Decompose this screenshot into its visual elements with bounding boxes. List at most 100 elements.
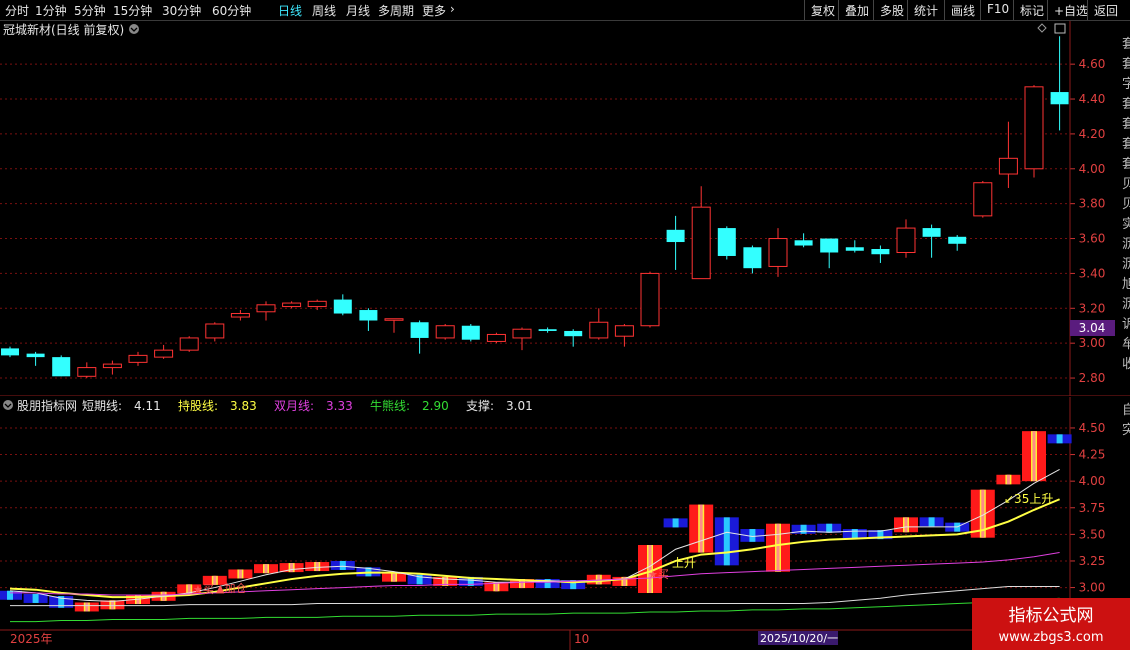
right-edge-char: 字	[1122, 77, 1130, 92]
indicator-tick-label: 3.00	[1079, 581, 1106, 595]
indicator-block	[74, 602, 99, 612]
tab-period-1[interactable]: 1分钟	[35, 2, 67, 19]
indicator-block	[817, 523, 842, 533]
right-edge-char: 套	[1122, 116, 1130, 132]
tab-period-6[interactable]: 日线	[278, 2, 302, 19]
block-highlight	[1056, 434, 1063, 444]
indicator-block	[766, 523, 790, 572]
indicator-block	[407, 574, 432, 585]
legend-value: 2.90	[422, 399, 449, 413]
indicator-tick-label: 3.75	[1079, 501, 1106, 515]
candle-body	[896, 227, 916, 253]
block-highlight	[749, 529, 756, 542]
right-edge-char: 贝	[1122, 177, 1130, 192]
dropdown-icon[interactable]	[3, 400, 13, 410]
dropdown-icon[interactable]	[129, 24, 139, 34]
block-highlight	[723, 517, 730, 566]
candle-body	[1024, 86, 1044, 170]
indicator-tick-label: 3.50	[1079, 527, 1106, 541]
indicator-line-双月线	[10, 551, 1060, 596]
tab-period-7[interactable]: 周线	[312, 2, 336, 19]
block-core	[238, 569, 242, 579]
legend-label: 双月线:	[274, 399, 314, 413]
toolbar-button-3[interactable]: 统计	[907, 0, 944, 20]
candle-body	[948, 236, 967, 244]
candle-body	[512, 328, 532, 339]
indicator-line-牛熊线	[10, 597, 1060, 623]
candle-body	[845, 247, 864, 251]
candle-body	[307, 300, 327, 308]
toolbar-button-6[interactable]: 标记	[1013, 0, 1050, 20]
price-tick-label: 4.00	[1079, 162, 1106, 176]
candle-body	[486, 333, 506, 342]
indicator-block	[689, 504, 714, 553]
tab-period-0[interactable]: 分时	[5, 2, 29, 19]
block-core	[1032, 431, 1036, 482]
tab-period-4[interactable]: 30分钟	[162, 2, 201, 19]
right-edge-char: 沥	[1122, 297, 1130, 312]
candle-body	[768, 238, 788, 267]
block-highlight	[826, 523, 833, 533]
price-tick-label: 3.60	[1079, 232, 1106, 246]
legend-label: 牛熊线:	[370, 398, 410, 413]
block-core	[699, 504, 703, 553]
right-edge-char: 收	[1122, 357, 1130, 372]
candle-body	[128, 354, 148, 363]
right-edge-char: 沥	[1122, 237, 1130, 252]
tab-period-5[interactable]: 60分钟	[212, 2, 251, 19]
candle-body	[614, 325, 634, 337]
candle-body	[384, 318, 404, 321]
candle-body	[26, 353, 45, 358]
watermark-url: www.zbgs3.com	[998, 630, 1103, 645]
candle-body	[794, 240, 813, 246]
indicator-name: 股朋指标网	[17, 398, 77, 413]
right-edge-char: 旭	[1122, 277, 1130, 292]
price-tick-label: 2.80	[1079, 371, 1106, 385]
toolbar-button-5[interactable]: F10	[980, 0, 1015, 20]
candle-body	[1, 348, 19, 356]
candle-body	[179, 337, 199, 351]
tab-period-8[interactable]: 月线	[346, 2, 370, 19]
right-edge-char: 套	[1122, 36, 1130, 52]
candle-body	[282, 302, 302, 308]
indicator-block	[1022, 431, 1046, 482]
diamond-icon[interactable]	[1037, 23, 1047, 33]
price-tick-label: 4.60	[1079, 57, 1106, 71]
candle-body	[640, 272, 660, 327]
toolbar-button-0[interactable]: 复权	[804, 0, 841, 20]
legend-label: 持股线:	[178, 398, 218, 413]
block-core	[392, 572, 396, 582]
toolbar-button-2[interactable]: 多股	[873, 0, 910, 20]
candle-body	[205, 323, 225, 339]
candle-body	[435, 325, 455, 339]
right-edge-char: 贝	[1122, 197, 1130, 212]
candle-body	[820, 238, 839, 253]
chevron-right-icon[interactable]: ›	[450, 2, 455, 16]
toolbar-button-4[interactable]: 画线	[944, 0, 981, 20]
candle-body	[871, 249, 890, 255]
indicator-block	[254, 564, 278, 574]
indicator-block	[0, 590, 22, 600]
block-core	[85, 602, 89, 612]
block-highlight	[32, 593, 39, 603]
tab-period-2[interactable]: 5分钟	[74, 2, 106, 19]
tab-period-9[interactable]: 多周期	[378, 2, 414, 19]
candle-body	[154, 349, 174, 358]
rise-label: ↙35上升	[1004, 492, 1053, 506]
block-highlight	[800, 524, 807, 534]
block-highlight	[928, 517, 935, 527]
toolbar-button-8[interactable]: 返回	[1087, 0, 1124, 20]
block-highlight	[851, 529, 858, 539]
indicator-tick-label: 4.00	[1079, 474, 1106, 488]
indicator-line-短期线	[9, 469, 1060, 602]
right-edge-char: 实	[1122, 217, 1130, 232]
current-price-label: 3.04	[1079, 321, 1106, 335]
indicator-block	[714, 517, 739, 566]
panel-toggle-icon[interactable]	[1054, 23, 1066, 34]
tab-period-3[interactable]: 15分钟	[113, 2, 152, 19]
candlestick-chart: 冠城新材(日线 前复权) 4.60 4.40 4.20 4.00 3.80 3.60 3.40…	[0, 21, 1130, 396]
tab-period-10[interactable]: 更多	[422, 2, 446, 19]
right-edge-char: 牟	[1122, 337, 1130, 352]
right-edge-char: 套	[1122, 56, 1130, 72]
toolbar-button-1[interactable]: 叠加	[838, 0, 875, 20]
